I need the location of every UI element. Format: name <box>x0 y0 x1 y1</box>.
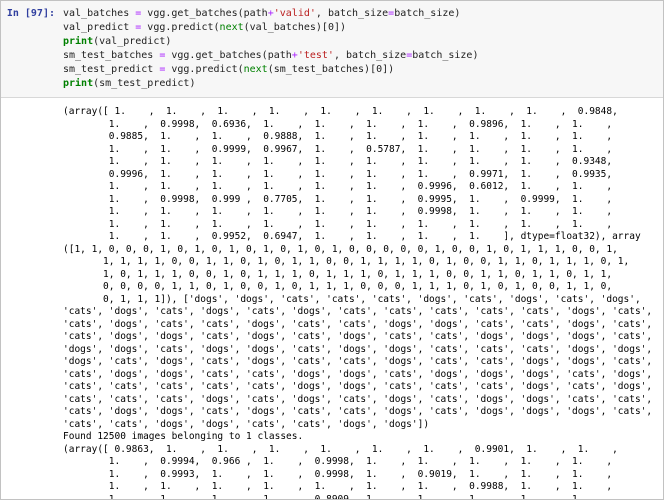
code-block[interactable]: val_batches = vgg.get_batches(path+'vali… <box>63 7 663 91</box>
notebook-cell: In [97]: val_batches = vgg.get_batches(p… <box>0 0 664 500</box>
output-area[interactable]: (array([ 1. , 1. , 1. , 1. , 1. , 1. , 1… <box>1 98 663 499</box>
input-area: In [97]: val_batches = vgg.get_batches(p… <box>1 1 663 98</box>
input-prompt: In [97]: <box>1 7 63 91</box>
